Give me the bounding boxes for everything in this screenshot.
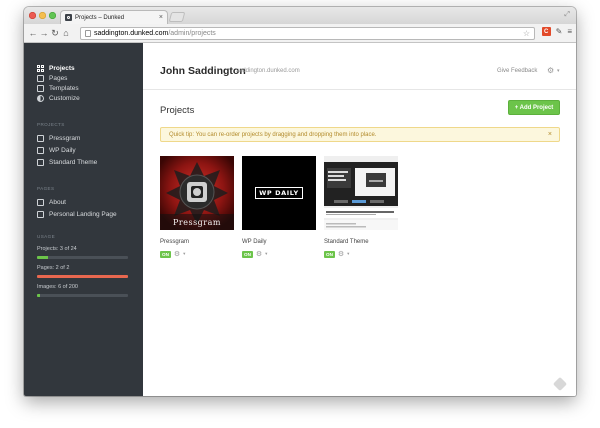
quick-tip-text: Quick tip: You can re-order projects by … [169,131,377,138]
page-icon [37,75,44,82]
browser-window: Projects – Dunked × ⤢ ← → ↻ ⌂ saddington… [24,7,576,396]
wp-daily-logo: WP DAILY [255,187,303,199]
close-window-button[interactable] [29,12,36,19]
project-icon [37,159,44,166]
sidebar-item-customize[interactable]: Customize [37,95,80,102]
sidebar-item-label: Personal Landing Page [49,211,117,218]
pressgram-logo-icon: Pressgram [160,156,234,230]
dunked-favicon-icon [65,14,72,21]
gear-icon[interactable]: ⚙ [174,250,180,258]
settings-gear-icon[interactable]: ⚙ [547,66,554,75]
grid-icon [37,65,44,72]
sidebar-item-label: About [49,199,66,206]
usage-section-title: USAGE [37,234,56,239]
status-badge[interactable]: ON [324,250,335,258]
main-content: John Saddington saddington.dunked.com Gi… [143,43,576,396]
sidebar-item-about[interactable]: About [37,199,66,206]
quick-tip-banner: Quick tip: You can re-order projects by … [160,127,560,142]
forward-icon[interactable]: → [39,28,49,38]
user-domain-link[interactable]: saddington.dunked.com [236,68,300,74]
sidebar-item-label: Templates [49,85,79,92]
palette-icon [37,95,44,102]
project-card-standard-theme[interactable]: Standard Theme ON ⚙ ▾ [324,156,398,258]
sidebar-item-pages[interactable]: Pages [37,75,67,82]
page-icon [37,199,44,206]
wrench-icon[interactable]: ✎ [556,27,563,36]
extension-c-icon[interactable]: C [541,27,551,36]
sidebar-item-label: Pressgram [49,135,81,142]
sidebar-item-label: Standard Theme [49,159,98,166]
browser-tab[interactable]: Projects – Dunked × [60,10,168,24]
reload-icon[interactable]: ↻ [50,28,60,39]
page-header: John Saddington saddington.dunked.com Gi… [143,43,576,90]
chevron-down-icon[interactable]: ▾ [347,251,349,257]
sidebar-item-projects[interactable]: Projects [37,65,75,72]
tab-close-icon[interactable]: × [159,14,163,21]
page-icon [85,30,91,37]
user-name: John Saddington [160,65,246,77]
project-name[interactable]: Pressgram [160,239,189,245]
project-icon [37,135,44,142]
sidebar-item-wp-daily[interactable]: WP Daily [37,147,76,154]
page-icon [37,211,44,218]
usage-pages-bar [37,275,128,278]
url-path: /admin/projects [168,30,216,37]
page-title: Projects [160,105,195,116]
sidebar-item-standard-theme[interactable]: Standard Theme [37,159,97,166]
status-badge[interactable]: ON [160,250,171,258]
home-icon[interactable]: ⌂ [61,28,71,38]
usage-projects-label: Projects: 3 of 24 [37,246,77,252]
back-icon[interactable]: ← [28,28,38,38]
usage-images-label: Images: 6 of 200 [37,284,78,290]
svg-text:Pressgram: Pressgram [173,218,221,227]
browser-toolbar: ← → ↻ ⌂ saddington.dunked.com /admin/pro… [24,24,576,43]
menu-icon[interactable]: ≡ [567,27,572,36]
project-thumbnail[interactable]: Pressgram [160,156,234,230]
gear-icon[interactable]: ⚙ [338,250,344,258]
chevron-down-icon[interactable]: ▾ [557,68,560,74]
zoom-window-button[interactable] [49,12,56,19]
gear-icon[interactable]: ⚙ [256,250,262,258]
usage-projects-bar [37,256,128,259]
new-tab-button[interactable] [168,12,186,22]
sidebar-item-label: Projects [49,65,75,72]
template-icon [37,85,44,92]
project-name[interactable]: Standard Theme [324,239,369,245]
status-badge[interactable]: ON [242,250,253,258]
projects-section-title: PROJECTS [37,122,65,127]
website-screenshot-icon [324,156,398,230]
tab-title: Projects – Dunked [75,14,125,21]
bookmark-star-icon[interactable]: ☆ [523,29,530,38]
project-card-pressgram[interactable]: Pressgram Pressgram ON ⚙ ▾ [160,156,234,258]
usage-pages-label: Pages: 2 of 2 [37,265,70,271]
sidebar-item-label: WP Daily [49,147,76,154]
sidebar-item-templates[interactable]: Templates [37,85,79,92]
project-thumbnail[interactable]: WP DAILY [242,156,316,230]
give-feedback-link[interactable]: Give Feedback [497,68,537,74]
close-icon[interactable]: × [548,131,552,138]
project-thumbnail[interactable] [324,156,398,230]
minimize-window-button[interactable] [39,12,46,19]
chevron-down-icon[interactable]: ▾ [265,251,267,257]
project-card-wp-daily[interactable]: WP DAILY WP Daily ON ⚙ ▾ [242,156,316,258]
project-name[interactable]: WP Daily [242,239,267,245]
sidebar: Projects Pages Templates Customize PROJE… [24,43,143,396]
sidebar-item-personal-landing-page[interactable]: Personal Landing Page [37,211,117,218]
fullscreen-icon[interactable]: ⤢ [564,11,570,19]
url-host: saddington.dunked.com [94,30,169,37]
address-bar[interactable]: saddington.dunked.com /admin/projects ☆ [80,27,535,40]
project-icon [37,147,44,154]
sidebar-item-label: Customize [49,95,80,102]
usage-images-bar [37,294,128,297]
sidebar-item-label: Pages [49,75,68,82]
tab-strip: Projects – Dunked × ⤢ [24,7,576,24]
sidebar-item-pressgram[interactable]: Pressgram [37,135,80,142]
pages-section-title: PAGES [37,186,55,191]
chevron-down-icon[interactable]: ▾ [183,251,185,257]
add-project-button[interactable]: + Add Project [508,100,560,115]
